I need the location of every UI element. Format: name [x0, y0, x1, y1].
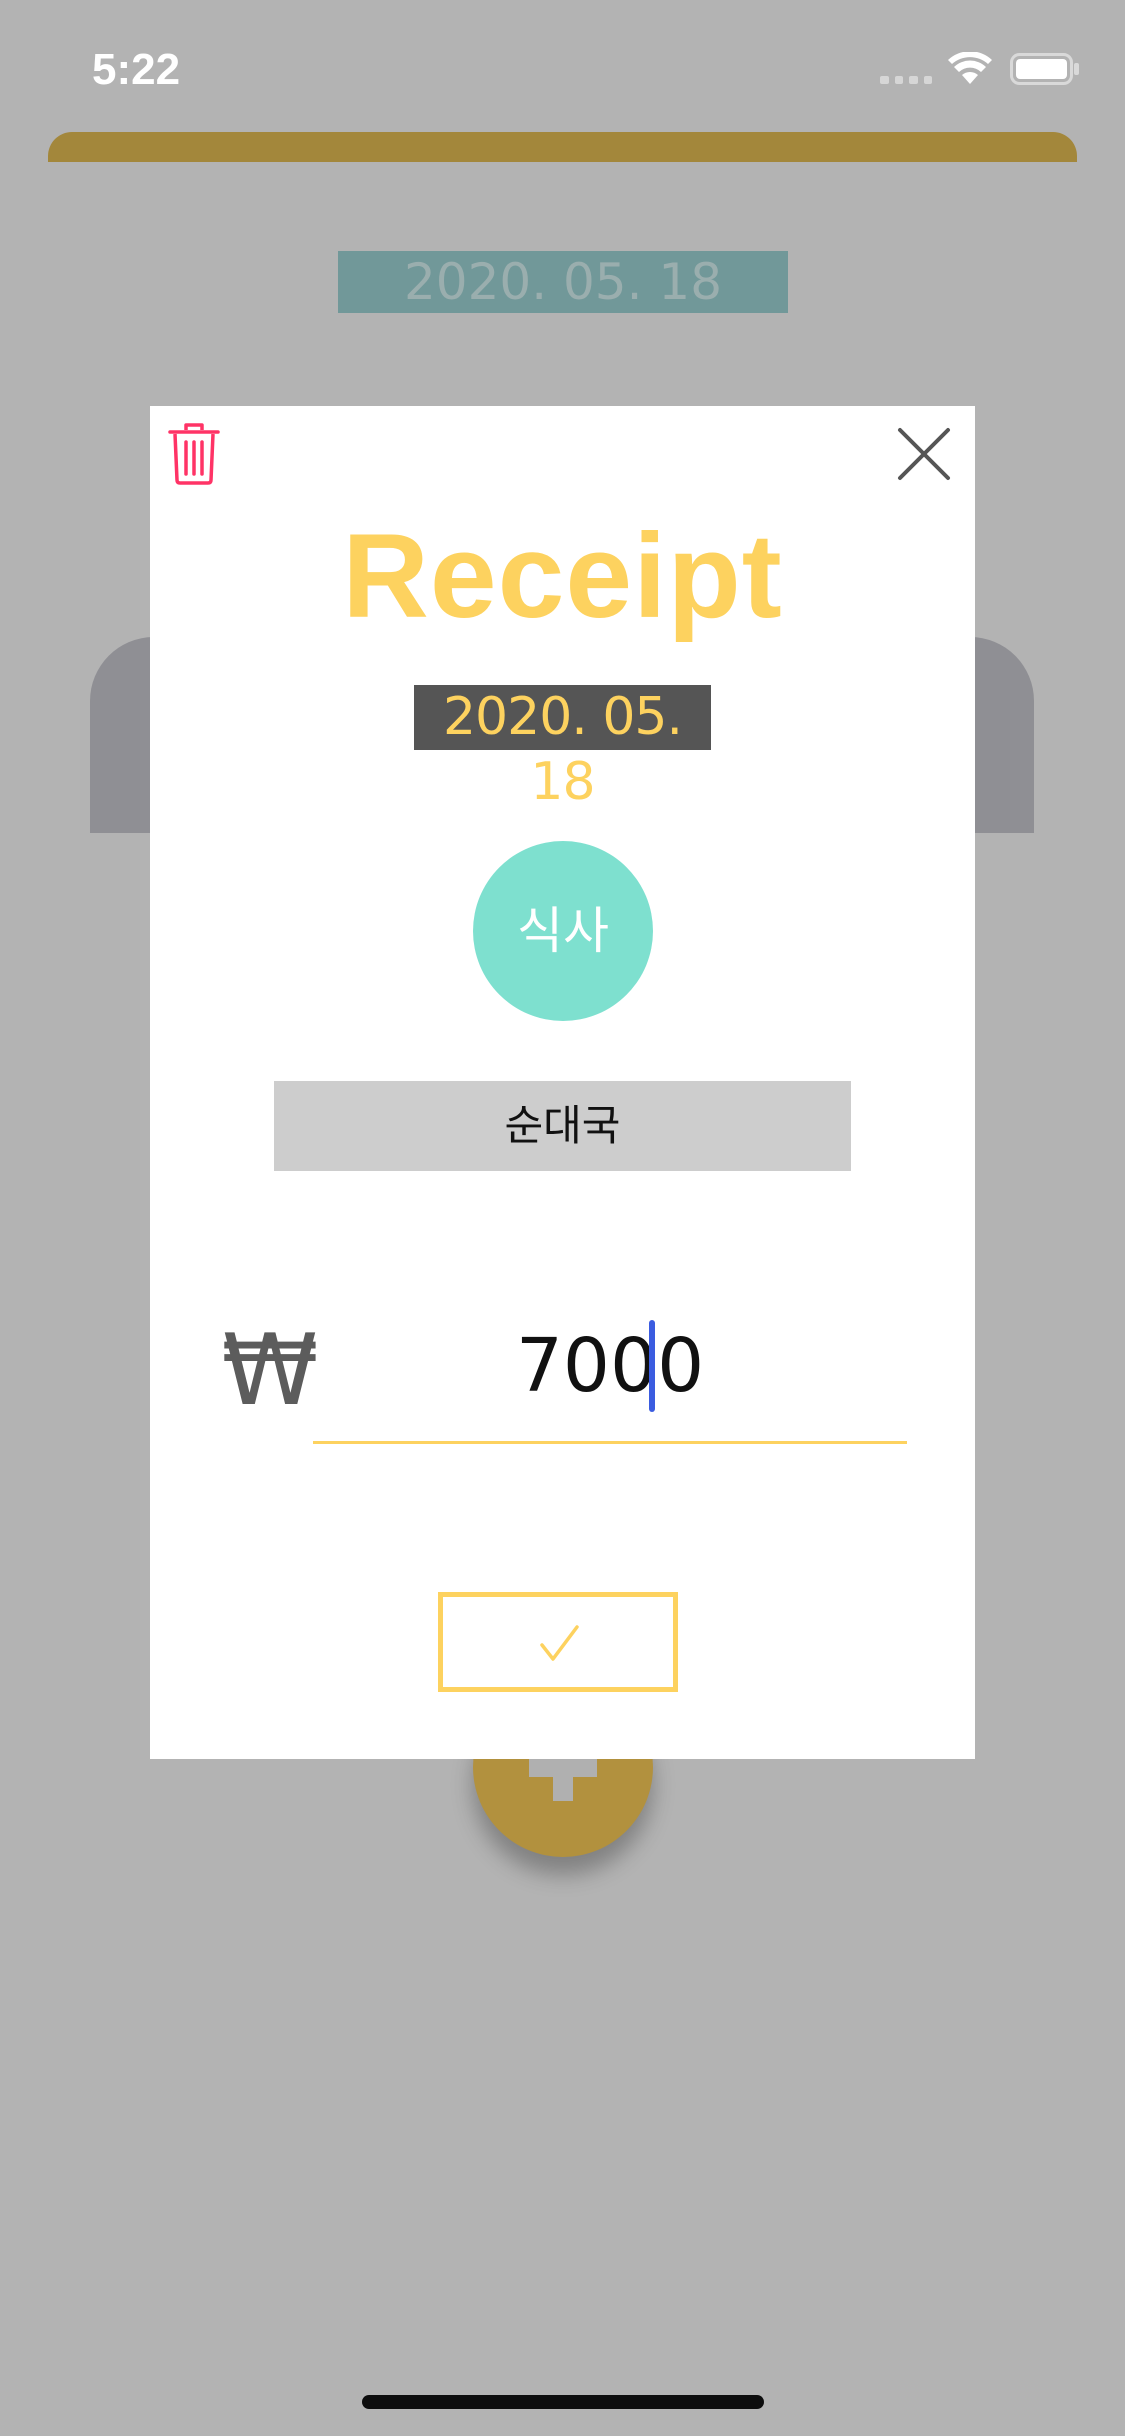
date-picker-field[interactable]: 2020. 05. 18 [414, 685, 711, 812]
confirm-button[interactable] [438, 1592, 678, 1692]
status-time: 5:22 [92, 45, 181, 94]
header-bar [48, 132, 1077, 162]
item-name-field[interactable]: 순대국 [274, 1081, 851, 1171]
cellular-signal-icon [880, 76, 932, 84]
close-icon[interactable] [896, 426, 952, 482]
amount-underline [313, 1441, 907, 1444]
trash-icon[interactable] [166, 422, 222, 486]
currency-symbol: ₩ [221, 1314, 319, 1428]
wifi-icon [948, 52, 992, 84]
modal-title: Receipt [342, 509, 783, 643]
checkmark-icon [540, 1625, 579, 1661]
battery-icon [1010, 53, 1079, 85]
background-date-label: 2020. 05. 18 [338, 251, 788, 313]
receipt-modal: Receipt 2020. 05. 18 식사 순대국 ₩ 7000 [150, 406, 975, 1759]
category-button[interactable]: 식사 [473, 841, 653, 1021]
amount-input[interactable]: 7000 [313, 1306, 907, 1426]
home-indicator[interactable] [362, 2395, 764, 2409]
text-caret [649, 1320, 655, 1412]
